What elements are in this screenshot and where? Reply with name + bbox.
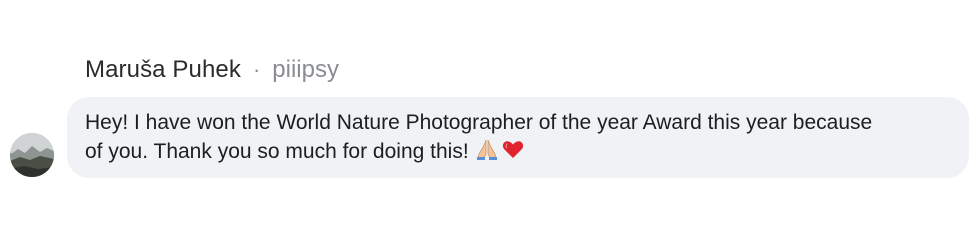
message-line-2: of you. Thank you so much for doing this… bbox=[85, 137, 951, 169]
separator-dot: · bbox=[252, 57, 261, 82]
message-text: Hey! I have won the World Nature Photogr… bbox=[85, 108, 951, 169]
sender-name[interactable]: Maruša Puhek bbox=[85, 56, 241, 84]
message-bubble[interactable]: Hey! I have won the World Nature Photogr… bbox=[67, 97, 969, 178]
message-line-1: Hey! I have won the World Nature Photogr… bbox=[85, 111, 873, 134]
sender-handle[interactable]: piiipsy bbox=[272, 56, 339, 84]
landscape-photo-icon bbox=[10, 133, 54, 177]
comment: Maruša Puhek · piiipsy Hey! I have won t… bbox=[0, 0, 980, 245]
red-heart-icon bbox=[501, 137, 525, 169]
avatar[interactable] bbox=[10, 133, 54, 177]
message-line-2-text: of you. Thank you so much for doing this… bbox=[85, 140, 469, 163]
comment-header: Maruša Puhek · piiipsy bbox=[85, 54, 339, 86]
praying-hands-icon bbox=[475, 137, 499, 169]
